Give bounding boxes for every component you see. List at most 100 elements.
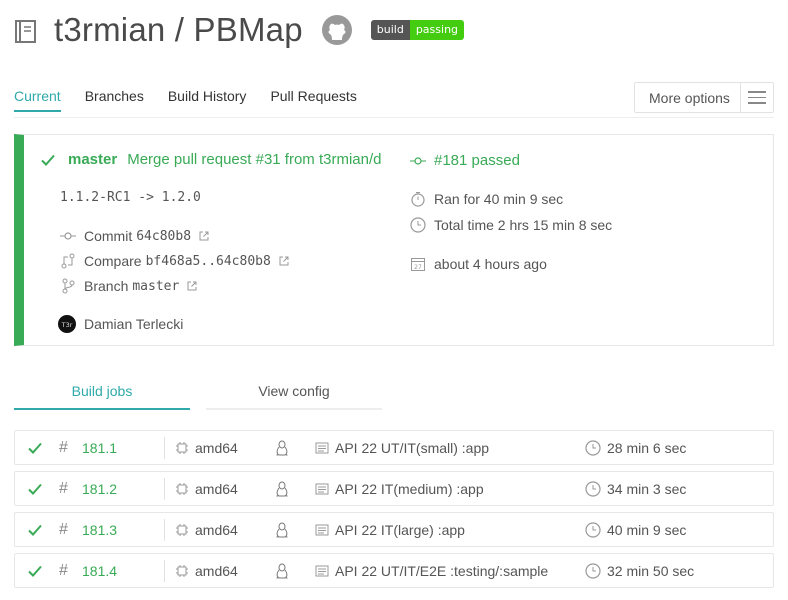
compare-row[interactable]: Compare bf468a5..64c80b8 [60, 253, 289, 269]
more-options-button[interactable]: More options [634, 82, 774, 113]
job-number[interactable]: 181.4 [82, 554, 117, 587]
commit-row[interactable]: Commit 64c80b8 [60, 228, 209, 244]
job-number[interactable]: 181.1 [82, 431, 117, 464]
job-number[interactable]: 181.3 [82, 513, 117, 546]
arch-label: amd64 [195, 480, 238, 497]
check-icon [27, 472, 43, 505]
github-icon[interactable] [321, 14, 353, 46]
avatar: T3r [58, 315, 76, 333]
job-duration: 32 min 50 sec [585, 554, 694, 587]
commit-message[interactable]: Merge pull request #31 from t3rmian/d [127, 151, 381, 168]
repo-tabs: Current Branches Build History Pull Requ… [14, 88, 381, 112]
job-arch: amd64 [175, 472, 238, 505]
repo-header: t3rmian / PBMap build passing [14, 8, 465, 52]
check-icon [27, 431, 43, 464]
ran-for-row: Ran for 40 min 9 sec [410, 191, 563, 207]
linux-icon [275, 472, 289, 505]
divider [164, 437, 165, 459]
stopwatch-icon [411, 192, 425, 207]
commit-icon [60, 232, 76, 240]
finished-row: 27 about 4 hours ago [410, 256, 547, 272]
tab-pull-requests[interactable]: Pull Requests [270, 88, 356, 112]
branch-name[interactable]: master [68, 151, 117, 168]
job-arch: amd64 [175, 513, 238, 546]
job-duration: 28 min 6 sec [585, 431, 686, 464]
divider [164, 478, 165, 500]
commit-label: Commit [84, 228, 133, 244]
tab-current[interactable]: Current [14, 88, 61, 112]
avatar-text: T3r [61, 321, 73, 329]
badge-status: passing [409, 20, 465, 40]
env-icon [315, 524, 329, 535]
commit-sha[interactable]: 64c80b8 [136, 229, 191, 244]
tab-branches[interactable]: Branches [85, 88, 144, 112]
job-env: API 22 IT(medium) :app [315, 472, 484, 505]
linux-icon [275, 513, 289, 546]
finished-ago: about 4 hours ago [434, 256, 547, 272]
job-env: API 22 IT(large) :app [315, 513, 465, 546]
job-row[interactable]: # 181.4 amd64 API 22 UT/IT/E2E :testing/… [14, 553, 774, 588]
calendar-day: 27 [414, 264, 422, 271]
external-link-icon[interactable] [199, 231, 209, 241]
clock-icon [585, 562, 601, 579]
divider [164, 560, 165, 582]
author-name: Damian Terlecki [84, 316, 184, 332]
version-row: 1.1.2-RC1 -> 1.2.0 [60, 190, 201, 205]
compare-icon [61, 253, 75, 269]
env-icon [315, 442, 329, 453]
build-status-badge[interactable]: build passing [370, 20, 465, 40]
tabs-divider [14, 117, 774, 118]
branch-row[interactable]: Branch master [60, 278, 197, 294]
check-icon [27, 554, 43, 587]
build-number-status: #181 passed [434, 152, 520, 169]
job-row[interactable]: # 181.1 amd64 API 22 UT/IT(small) :app 2… [14, 430, 774, 465]
hash-icon: # [59, 520, 68, 538]
job-number[interactable]: 181.2 [82, 472, 117, 505]
job-tabs: Build jobs View config [14, 380, 384, 410]
ran-for: Ran for 40 min 9 sec [434, 191, 564, 207]
build-summary-card: master Merge pull request #31 from t3rmi… [14, 134, 774, 346]
branch-icon [62, 278, 75, 294]
author-row: T3r Damian Terlecki [58, 315, 183, 333]
job-row[interactable]: # 181.2 amd64 API 22 IT(medium) :app 34 … [14, 471, 774, 506]
clock-icon [410, 217, 426, 233]
build-status-row[interactable]: #181 passed [410, 152, 520, 169]
clock-icon [585, 439, 601, 456]
repo-title[interactable]: t3rmian / PBMap [54, 11, 303, 49]
branch-value[interactable]: master [132, 279, 179, 294]
job-env: API 22 UT/IT(small) :app [315, 431, 489, 464]
tab-view-config[interactable]: View config [206, 380, 382, 410]
more-options-label: More options [649, 89, 730, 106]
job-duration: 34 min 3 sec [585, 472, 686, 505]
hamburger-icon[interactable] [740, 83, 773, 112]
env-label: API 22 IT(medium) :app [335, 480, 484, 497]
arch-label: amd64 [195, 562, 238, 579]
cpu-icon [176, 564, 188, 577]
tab-build-history[interactable]: Build History [168, 88, 247, 112]
version-line: 1.1.2-RC1 -> 1.2.0 [60, 190, 201, 205]
calendar-icon: 27 [411, 258, 425, 271]
total-time-row: Total time 2 hrs 15 min 8 sec [410, 217, 612, 233]
hash-icon: # [59, 479, 68, 497]
build-title-row: master Merge pull request #31 from t3rmi… [40, 151, 381, 168]
clock-icon [585, 480, 601, 497]
tab-build-jobs[interactable]: Build jobs [14, 380, 190, 410]
hash-icon: # [59, 561, 68, 579]
duration-label: 40 min 9 sec [607, 521, 687, 538]
external-link-icon[interactable] [279, 256, 289, 266]
divider [164, 519, 165, 541]
duration-label: 28 min 6 sec [607, 439, 687, 456]
job-row[interactable]: # 181.3 amd64 API 22 IT(large) :app 40 m… [14, 512, 774, 547]
env-label: API 22 IT(large) :app [335, 521, 465, 538]
compare-range[interactable]: bf468a5..64c80b8 [146, 254, 271, 269]
env-label: API 22 UT/IT/E2E :testing/:sample [335, 562, 549, 579]
external-link-icon[interactable] [187, 281, 197, 291]
job-duration: 40 min 9 sec [585, 513, 686, 546]
compare-label: Compare [84, 253, 142, 269]
cpu-icon [176, 441, 188, 454]
job-arch: amd64 [175, 554, 238, 587]
check-icon [27, 513, 43, 546]
cpu-icon [176, 523, 188, 536]
clock-icon [585, 521, 601, 538]
job-arch: amd64 [175, 431, 238, 464]
